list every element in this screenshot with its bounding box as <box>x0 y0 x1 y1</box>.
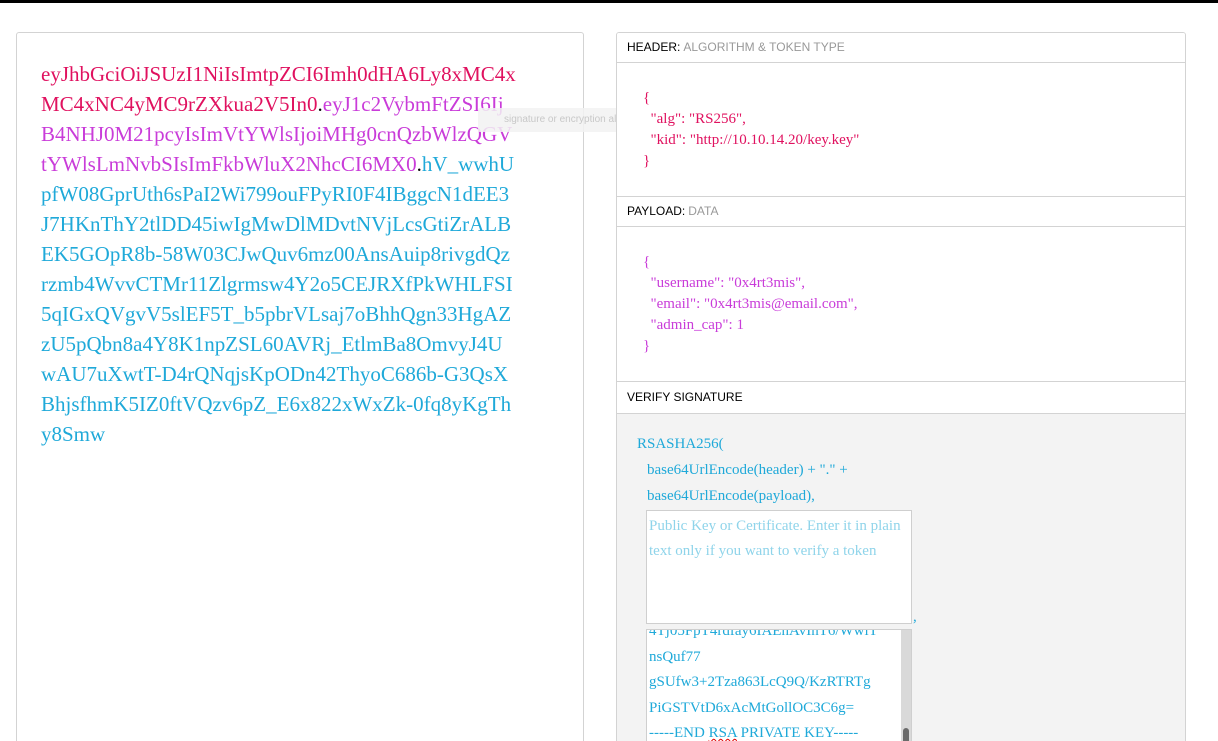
encoded-signature-segment: hV_wwhUpfW08GprUth6sPaI2Wi799ouFPyRI0F4I… <box>41 152 515 446</box>
private-key-scrollbar[interactable] <box>901 630 911 741</box>
decoded-panel: HEADER: ALGORITHM & TOKEN TYPE { "alg": "… <box>616 32 1186 741</box>
header-section-title: HEADER: ALGORITHM & TOKEN TYPE <box>617 33 1185 63</box>
private-key-line: nsQuf77 <box>649 648 701 665</box>
private-key-text: 4Tj05FpT4rdfay6IAEnAvInT6/WwiT nsQuf77 gSU… <box>649 629 899 741</box>
payload-json-editor[interactable]: { "username": "0x4rt3mis", "email": "0x4… <box>643 252 858 357</box>
private-key-line: gSUfw3+2Tza863LcQ9Q/KzRTRTg <box>649 674 871 690</box>
private-key-end-rsa: RSA <box>708 725 737 741</box>
verify-header-line: base64UrlEncode(header) + "." + <box>647 462 848 478</box>
header-title-label: HEADER: <box>627 40 681 54</box>
header-subtitle-label: ALGORITHM & TOKEN TYPE <box>683 40 845 54</box>
payload-title-label: PAYLOAD: <box>627 204 686 218</box>
private-key-scroll-thumb[interactable] <box>903 728 909 741</box>
verify-signature-body: RSASHA256( base64UrlEncode(header) + "."… <box>617 414 1185 741</box>
top-bar <box>0 0 1218 3</box>
encoded-token-panel[interactable]: eyJhbGciOiJSUzI1NiIsImtpZCI6Imh0dHA6Ly8x… <box>16 32 584 741</box>
private-key-end-line: -----END RSA PRIVATE KEY----- <box>649 721 899 741</box>
encoded-token-text[interactable]: eyJhbGciOiJSUzI1NiIsImtpZCI6Imh0dHA6Ly8x… <box>41 59 516 449</box>
verify-comma: , <box>913 609 917 625</box>
payload-subtitle-label: DATA <box>688 204 719 218</box>
private-key-line: PiGSTVtD6xAcMtGollOC3C6g= <box>649 699 855 716</box>
header-json-editor[interactable]: { "alg": "RS256", "kid": "http://10.10.1… <box>643 88 859 172</box>
private-key-end-suffix: PRIVATE KEY----- <box>736 725 859 741</box>
verify-payload-line: base64UrlEncode(payload), <box>647 488 815 504</box>
private-key-line: 4Tj05FpT4rdfay6IAEnAvInT6/WwiT <box>649 629 878 639</box>
public-key-input[interactable]: Public Key or Certificate. Enter it in p… <box>646 510 912 624</box>
private-key-end-prefix: -----END <box>649 725 709 741</box>
verify-fn-open: RSASHA256( <box>637 436 724 452</box>
payload-section-title: PAYLOAD: DATA <box>617 196 1185 227</box>
verify-section-title: VERIFY SIGNATURE <box>617 381 1185 414</box>
private-key-input[interactable]: 4Tj05FpT4rdfay6IAEnAvInT6/WwiT nsQuf77 gSU… <box>646 629 912 741</box>
verify-title-label: VERIFY SIGNATURE <box>627 390 743 404</box>
